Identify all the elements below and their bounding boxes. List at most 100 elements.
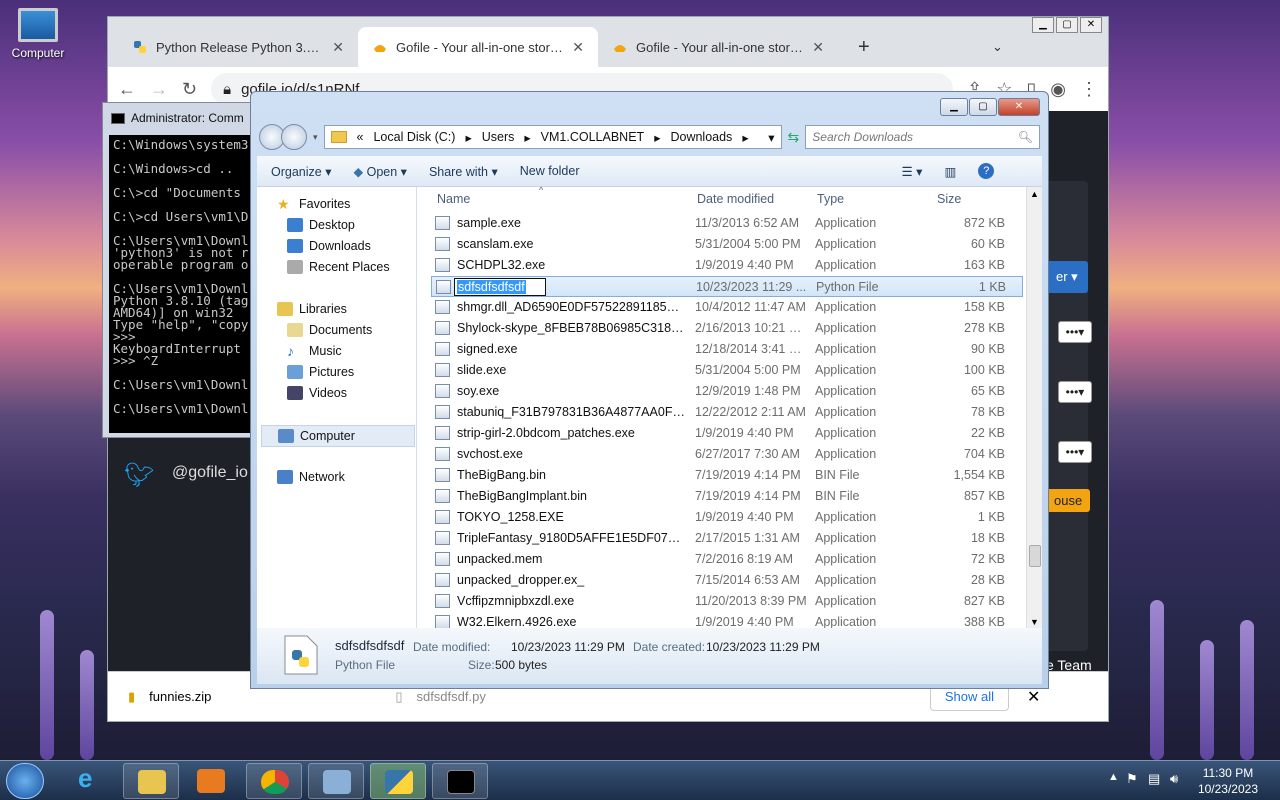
table-row[interactable]: TheBigBang.bin 7/19/2019 4:14 PM BIN File 1… <box>431 465 1023 486</box>
close-icon[interactable]: ✕ <box>1027 687 1040 707</box>
new-folder-button[interactable]: New folder <box>520 164 580 178</box>
scroll-up-icon[interactable]: ▲ <box>1030 189 1039 199</box>
nav-music[interactable]: ♪ Music <box>287 344 342 358</box>
nav-libraries[interactable]: Libraries <box>277 302 347 316</box>
explorer-title-bar[interactable]: ▁ ▢ ✕ <box>251 92 1048 124</box>
chevron-down-icon[interactable]: ▾ <box>768 130 774 145</box>
twitter-link[interactable]: @gofile_io <box>172 464 248 482</box>
maximize-button[interactable]: ▢ <box>1056 17 1078 33</box>
refresh-icon[interactable]: ⇆ <box>788 129 800 146</box>
table-row-selected[interactable]: sdfsdfsdfsdf 10/23/2023 11:29 ... Python F… <box>431 276 1023 297</box>
nav-network[interactable]: Network <box>277 470 345 484</box>
close-icon[interactable]: ✕ <box>572 39 584 56</box>
search-input[interactable]: Search Downloads 🔍︎ <box>805 125 1040 149</box>
table-row[interactable]: strip-girl-2.0bdcom_patches.exe 1/9/2019 … <box>431 423 1023 444</box>
tab-python-release[interactable]: Python Release Python 3.8.10 | Py ✕ <box>118 27 358 67</box>
more-options-button[interactable]: •••▾ <box>1058 381 1092 403</box>
download-item[interactable]: funnies.zip <box>149 689 211 704</box>
scroll-down-icon[interactable]: ▼ <box>1030 617 1039 627</box>
volume-icon[interactable]: 🔊︎ <box>1170 771 1178 787</box>
rename-input[interactable]: sdfsdfsdfsdf <box>454 278 546 296</box>
back-icon[interactable]: ← <box>118 79 136 100</box>
nav-videos[interactable]: Videos <box>287 386 347 400</box>
twitter-icon[interactable]: 🐦︎ <box>124 461 154 490</box>
close-button[interactable]: ✕ <box>998 98 1040 116</box>
organize-button[interactable]: Organize ▾ <box>271 164 331 179</box>
start-button[interactable] <box>6 763 44 799</box>
file-date: 1/9/2019 4:40 PM <box>695 615 794 629</box>
table-row[interactable]: TheBigBangImplant.bin 7/19/2019 4:14 PM BI… <box>431 486 1023 507</box>
network-icon[interactable]: ▤ <box>1148 771 1160 787</box>
table-row[interactable]: Vcffipzmnipbxzdl.exe 11/20/2013 8:39 PM Ap… <box>431 591 1023 612</box>
clock[interactable]: 11:30 PM 10/23/2023 <box>1198 765 1258 797</box>
column-header-type[interactable]: Type <box>817 192 844 206</box>
nav-desktop[interactable]: Desktop <box>287 218 355 232</box>
forward-icon[interactable] <box>281 124 307 150</box>
taskbar-chrome[interactable] <box>246 763 302 799</box>
scrollbar-thumb[interactable] <box>1029 545 1041 567</box>
table-row[interactable]: Shylock-skype_8FBEB78B06985C3188562... 2/… <box>431 318 1023 339</box>
minimize-button[interactable]: ▁ <box>940 98 968 116</box>
cmd-output[interactable]: C:\Windows\system3 C:\Windows>cd .. C:\>… <box>109 135 261 433</box>
table-row[interactable]: slide.exe 5/31/2004 5:00 PM Application 100… <box>431 360 1023 381</box>
new-tab-button[interactable]: + <box>844 27 874 67</box>
download-item[interactable]: sdfsdfsdf.py <box>416 689 485 704</box>
reload-icon[interactable]: ↻ <box>182 79 197 100</box>
nav-pictures[interactable]: Pictures <box>287 365 354 379</box>
menu-icon[interactable]: ⋮ <box>1080 79 1098 100</box>
tab-gofile-active[interactable]: Gofile - Your all-in-one storage so ✕ <box>358 27 598 67</box>
tab-gofile[interactable]: Gofile - Your all-in-one storage so ✕ <box>598 27 838 67</box>
action-center-icon[interactable]: ⚑ <box>1126 771 1138 787</box>
maximize-button[interactable]: ▢ <box>969 98 997 116</box>
open-button[interactable]: ◆ Open ▾ <box>353 164 406 179</box>
table-row[interactable]: stabuniq_F31B797831B36A4877AA0FD173... 12… <box>431 402 1023 423</box>
profile-icon[interactable]: ◉ <box>1050 79 1066 100</box>
recent-pages-icon[interactable]: ▾ <box>313 132 318 143</box>
table-row[interactable]: svchost.exe 6/27/2017 7:30 AM Application 7… <box>431 444 1023 465</box>
preview-pane-icon[interactable]: ▥ <box>944 164 956 179</box>
cmd-title-bar[interactable]: Administrator: Comm <box>103 103 261 133</box>
share-with-button[interactable]: Share with ▾ <box>429 164 498 179</box>
table-row[interactable]: sample.exe 11/3/2013 6:52 AM Application 87… <box>431 213 1023 234</box>
taskbar-explorer[interactable] <box>123 763 179 799</box>
help-icon[interactable]: ? <box>978 163 995 179</box>
browse-button[interactable]: ouse <box>1046 489 1091 512</box>
nav-favorites[interactable]: ★ Favorites <box>277 197 350 211</box>
table-row[interactable]: TOKYO_1258.EXE 1/9/2019 4:40 PM Applicatio… <box>431 507 1023 528</box>
forward-icon[interactable]: → <box>150 79 168 100</box>
column-header-size[interactable]: Size <box>937 192 961 206</box>
close-button[interactable]: ✕ <box>1080 17 1102 33</box>
table-row[interactable]: signed.exe 12/18/2014 3:41 PM Application 9… <box>431 339 1023 360</box>
minimize-button[interactable]: ▁ <box>1032 17 1054 33</box>
view-options-icon[interactable]: ☰ ▾ <box>902 164 923 179</box>
table-row[interactable]: shmgr.dll_AD6590E0DF575228911852B1E... 10… <box>431 297 1023 318</box>
nav-computer[interactable]: Computer <box>261 425 415 447</box>
breadcrumb[interactable]: « Local Disk (C:) ▸ Users ▸ VM1.COLLABNET ▸… <box>323 125 782 149</box>
table-row[interactable]: soy.exe 12/9/2019 1:48 PM Application 65 KB <box>431 381 1023 402</box>
taskbar-media-player[interactable] <box>183 763 239 799</box>
table-row[interactable]: unpacked_dropper.ex_ 7/15/2014 6:53 AM App… <box>431 570 1023 591</box>
more-options-button[interactable]: •••▾ <box>1058 321 1092 343</box>
table-row[interactable]: W32.Elkern.4926.exe 1/9/2019 4:40 PM Appli… <box>431 612 1023 629</box>
taskbar-python[interactable] <box>370 763 426 799</box>
taskbar-ie[interactable]: e <box>62 763 118 799</box>
nav-downloads[interactable]: Downloads <box>287 239 371 253</box>
nav-recent-places[interactable]: Recent Places <box>287 260 390 274</box>
chevron-down-icon[interactable]: ⌄ <box>978 27 1008 67</box>
close-icon[interactable]: ✕ <box>812 39 824 56</box>
nav-documents[interactable]: Documents <box>287 323 372 337</box>
show-hidden-icons[interactable]: ▲ <box>1108 771 1119 783</box>
table-row[interactable]: SCHDPL32.exe 1/9/2019 4:40 PM Application 1… <box>431 255 1023 276</box>
vertical-scrollbar[interactable]: ▲ ▼ <box>1026 187 1042 629</box>
desktop-icon-computer[interactable]: Computer <box>6 8 70 60</box>
column-header-date[interactable]: Date modified <box>697 192 774 206</box>
action-button[interactable]: er ▾ <box>1046 261 1088 293</box>
close-icon[interactable]: ✕ <box>332 39 344 56</box>
table-row[interactable]: TripleFantasy_9180D5AFFE1E5DF0717D73... 2… <box>431 528 1023 549</box>
table-row[interactable]: unpacked.mem 7/2/2016 8:19 AM Application 7… <box>431 549 1023 570</box>
column-header-name[interactable]: Name <box>437 192 470 206</box>
table-row[interactable]: scanslam.exe 5/31/2004 5:00 PM Application… <box>431 234 1023 255</box>
taskbar-cmd[interactable] <box>432 763 488 799</box>
more-options-button[interactable]: •••▾ <box>1058 441 1092 463</box>
taskbar-control-panel[interactable] <box>308 763 364 799</box>
